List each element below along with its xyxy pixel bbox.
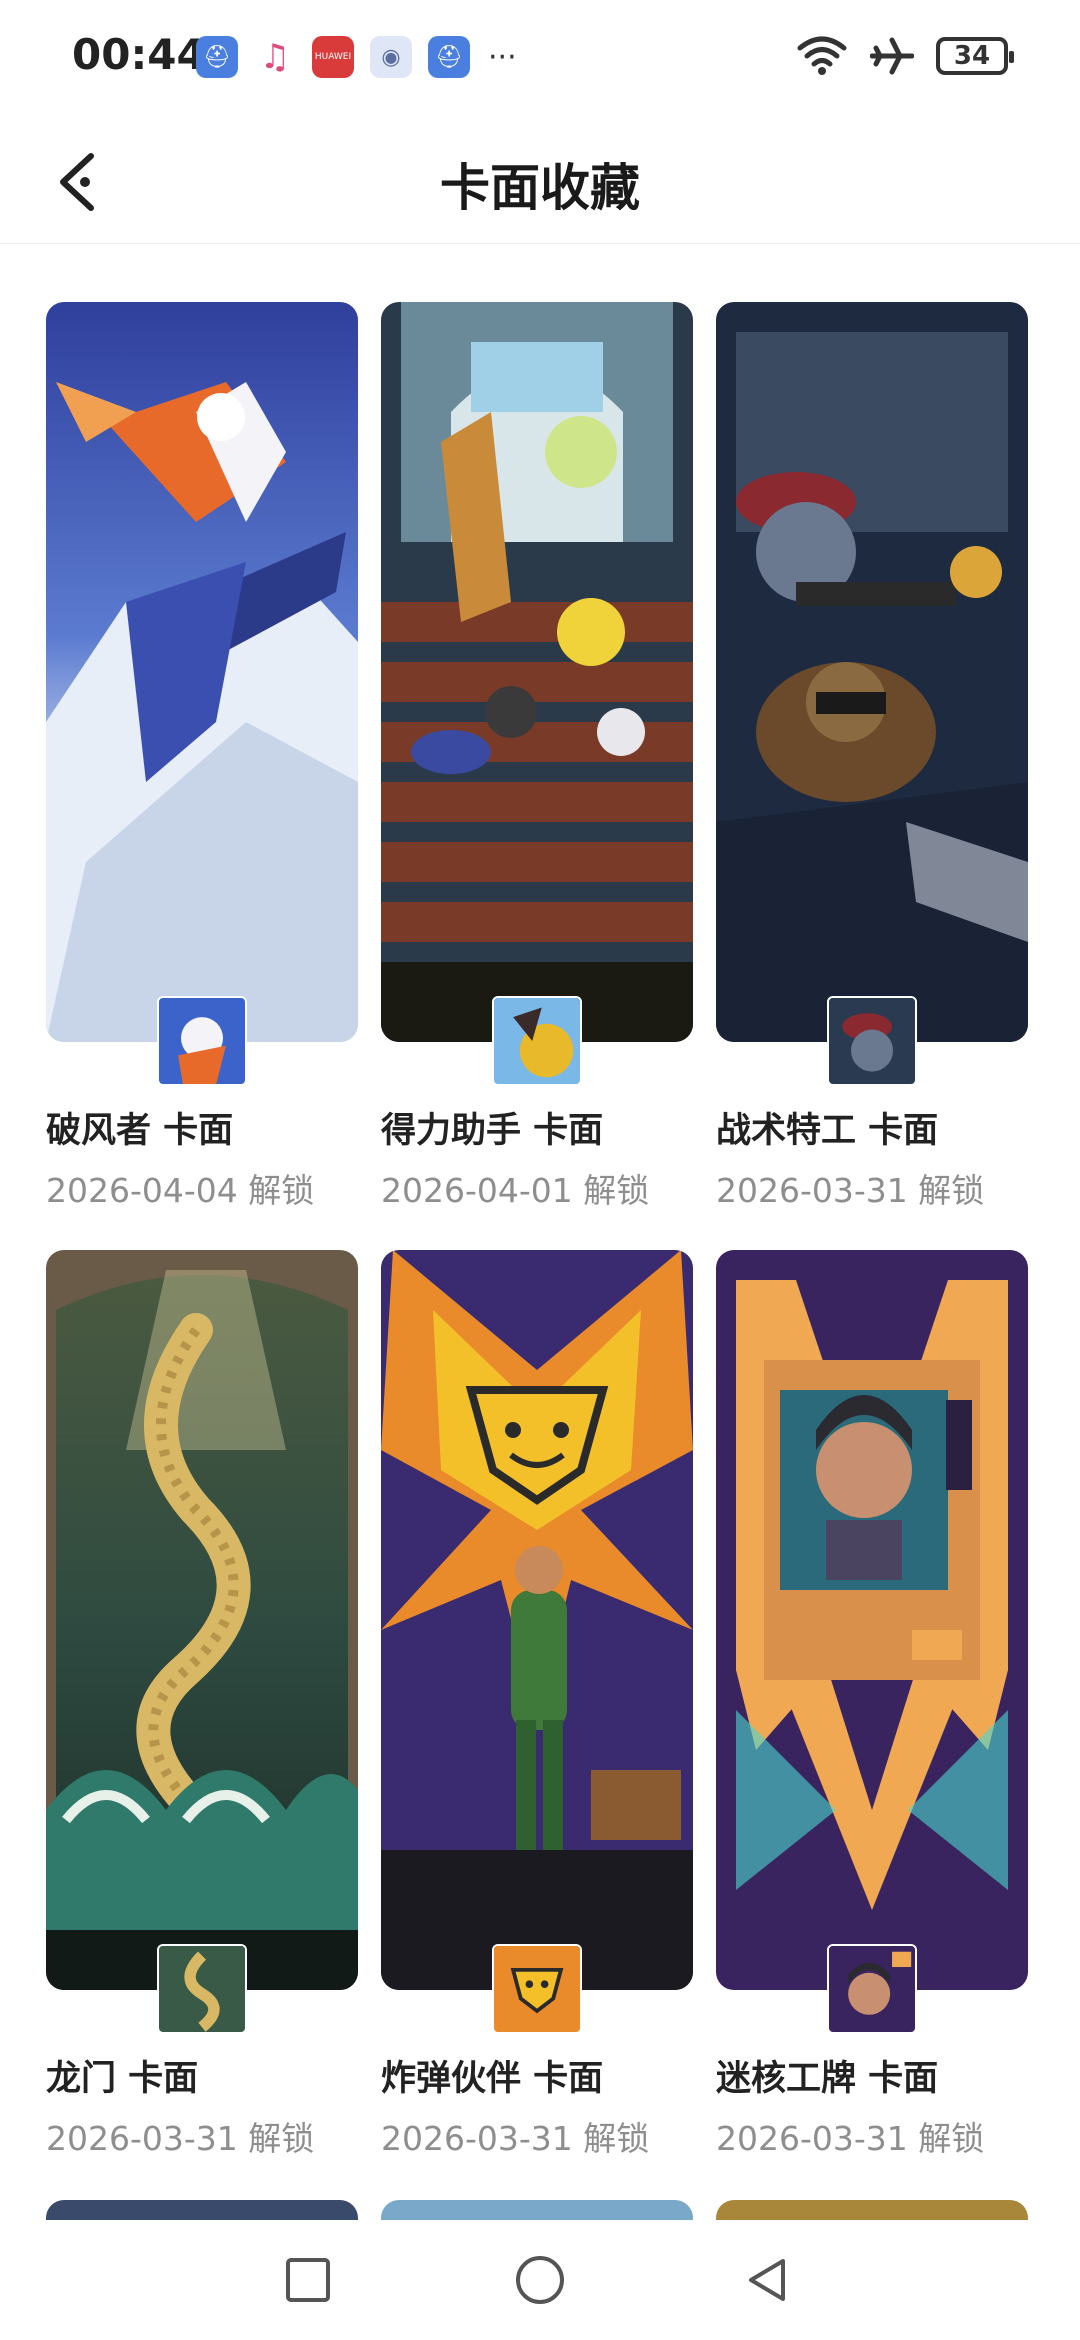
airplane-icon	[870, 37, 914, 75]
app-header: 卡面收藏	[0, 120, 1080, 244]
status-bar: 00:44 ⛑ ♫ HUAWEI ◉ ⛑ ··· 34	[0, 0, 1080, 120]
card-thumbnail	[827, 1944, 917, 2034]
battery-level: 34	[953, 41, 991, 71]
shield-app-icon: ⛑	[196, 36, 238, 78]
card-art[interactable]	[381, 1250, 693, 1990]
card-collection-grid[interactable]: 破风者 卡面 2026-04-04 解锁 得力助手 卡面 2026-04-01 …	[0, 245, 1080, 2220]
card-artwork	[46, 302, 358, 1042]
card-unlock-date: 2026-03-31 解锁	[381, 2119, 650, 2158]
card-thumbnail-art	[829, 1946, 915, 2032]
more-notifications-icon: ···	[488, 39, 517, 75]
notification-icons: ⛑ ♫ HUAWEI ◉ ⛑ ···	[196, 36, 517, 78]
card-artwork	[716, 302, 1028, 1042]
card-thumbnail-art	[494, 1946, 580, 2032]
home-icon	[516, 2256, 564, 2304]
music-app-icon: ♫	[259, 37, 291, 77]
card-thumbnail	[157, 996, 247, 1086]
card-title: 迷核工牌 卡面	[716, 2059, 939, 2099]
page-title: 卡面收藏	[440, 159, 640, 217]
status-right: 34	[796, 34, 1014, 78]
nav-back-button[interactable]	[728, 2240, 808, 2320]
card-title: 得力助手 卡面	[381, 1111, 604, 1151]
home-button[interactable]	[500, 2240, 580, 2320]
card-thumbnail	[492, 996, 582, 1086]
back-icon	[749, 2259, 785, 2301]
status-time: 00:44	[72, 30, 206, 79]
card-unlock-date: 2026-03-31 解锁	[716, 1171, 985, 1210]
card-art[interactable]	[716, 302, 1028, 1042]
card-title: 炸弹伙伴 卡面	[381, 2059, 604, 2099]
system-nav-bar	[0, 2220, 1080, 2340]
card-art[interactable]	[381, 302, 693, 1042]
card-art[interactable]	[46, 302, 358, 1042]
card-artwork	[46, 1250, 358, 1990]
card-thumbnail	[827, 996, 917, 1086]
card-thumbnail	[157, 1944, 247, 2034]
card-title: 龙门 卡面	[46, 2059, 199, 2099]
card-thumbnail-art	[159, 998, 245, 1084]
card-thumbnail	[492, 1944, 582, 2034]
robot-app-icon: ◉	[370, 36, 412, 78]
recent-apps-button[interactable]	[268, 2240, 348, 2320]
huawei-app-icon: HUAWEI	[312, 36, 354, 78]
card-artwork	[381, 302, 693, 1042]
wifi-icon	[797, 36, 847, 75]
battery-icon: 34	[936, 37, 1014, 75]
card-thumbnail-art	[159, 1946, 245, 2032]
card-art[interactable]	[46, 1250, 358, 1990]
card-thumbnail-art	[494, 998, 580, 1084]
card-title: 战术特工 卡面	[716, 1111, 939, 1151]
card-unlock-date: 2026-03-31 解锁	[716, 2119, 985, 2158]
card-thumbnail-art	[829, 998, 915, 1084]
card-unlock-date: 2026-04-04 解锁	[46, 1171, 315, 1210]
card-artwork	[381, 1250, 693, 1990]
recent-apps-icon	[286, 2258, 330, 2302]
card-title: 破风者 卡面	[46, 1111, 234, 1151]
card-art[interactable]	[716, 1250, 1028, 1990]
huawei-app-label: HUAWEI	[314, 52, 352, 62]
card-item-partial[interactable]	[716, 2200, 1028, 2220]
card-item-partial[interactable]	[46, 2200, 358, 2220]
card-unlock-date: 2026-04-01 解锁	[381, 1171, 650, 1210]
card-artwork	[716, 1250, 1028, 1990]
card-unlock-date: 2026-03-31 解锁	[46, 2119, 315, 2158]
shield-app-icon: ⛑	[428, 36, 470, 78]
card-item-partial[interactable]	[381, 2200, 693, 2220]
